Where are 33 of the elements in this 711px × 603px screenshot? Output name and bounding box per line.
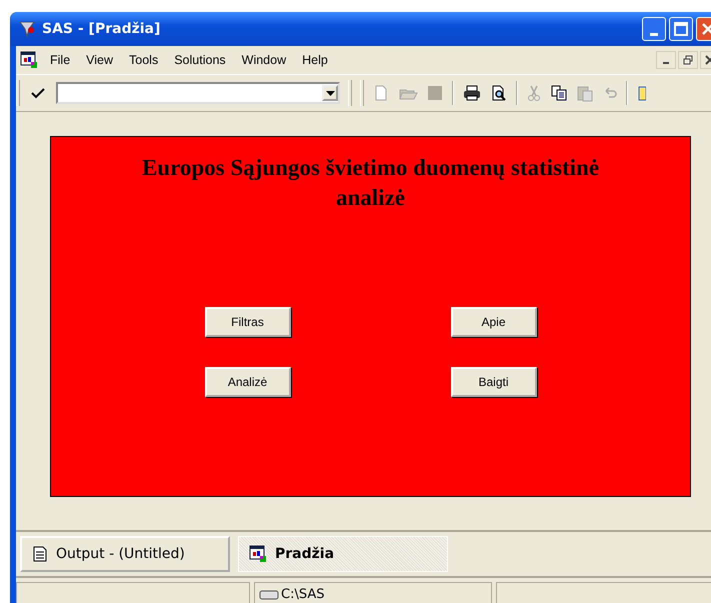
menu-item[interactable]: Help xyxy=(294,53,336,67)
minimize-icon xyxy=(650,32,658,36)
document-window-icon[interactable] xyxy=(20,51,38,69)
form-button[interactable]: Baigti xyxy=(450,367,536,397)
restore-button[interactable] xyxy=(678,51,698,69)
menu-item[interactable]: Solutions xyxy=(166,53,234,67)
form-button[interactable]: Apie xyxy=(450,307,536,337)
menu-item[interactable]: Tools xyxy=(121,53,166,67)
restore-icon xyxy=(683,55,693,65)
program-window-icon xyxy=(249,545,267,563)
printer-icon[interactable] xyxy=(462,84,482,102)
command-field[interactable] xyxy=(56,82,340,104)
form-button[interactable]: Analizė xyxy=(204,367,290,397)
copy-icon[interactable] xyxy=(550,84,568,102)
menu-item[interactable]: View xyxy=(78,53,122,67)
caret-icon[interactable] xyxy=(326,90,334,96)
form-title: Europos Sąjungos švietimo duomenų statistinė analizė xyxy=(140,154,600,212)
form-button[interactable]: Filtras xyxy=(204,307,290,337)
window-tab[interactable]: Output - (Untitled) xyxy=(20,536,230,572)
status-path: C:\SAS xyxy=(281,587,324,602)
toolbar-icon[interactable] xyxy=(636,84,646,102)
minimize-button[interactable] xyxy=(656,51,676,69)
window-title: SAS - [Pradžia] xyxy=(42,21,160,37)
minimize-icon xyxy=(663,62,669,64)
maximize-icon xyxy=(671,19,691,39)
window-tab[interactable]: Pradžia xyxy=(238,536,448,572)
menu-item[interactable]: File xyxy=(42,53,78,67)
menu-item[interactable]: Window xyxy=(234,53,294,67)
drive-icon xyxy=(259,588,279,600)
document-icon xyxy=(32,546,48,562)
app-icon xyxy=(18,20,38,38)
print-preview-icon[interactable] xyxy=(490,84,508,102)
maximize-button[interactable] xyxy=(669,17,693,41)
